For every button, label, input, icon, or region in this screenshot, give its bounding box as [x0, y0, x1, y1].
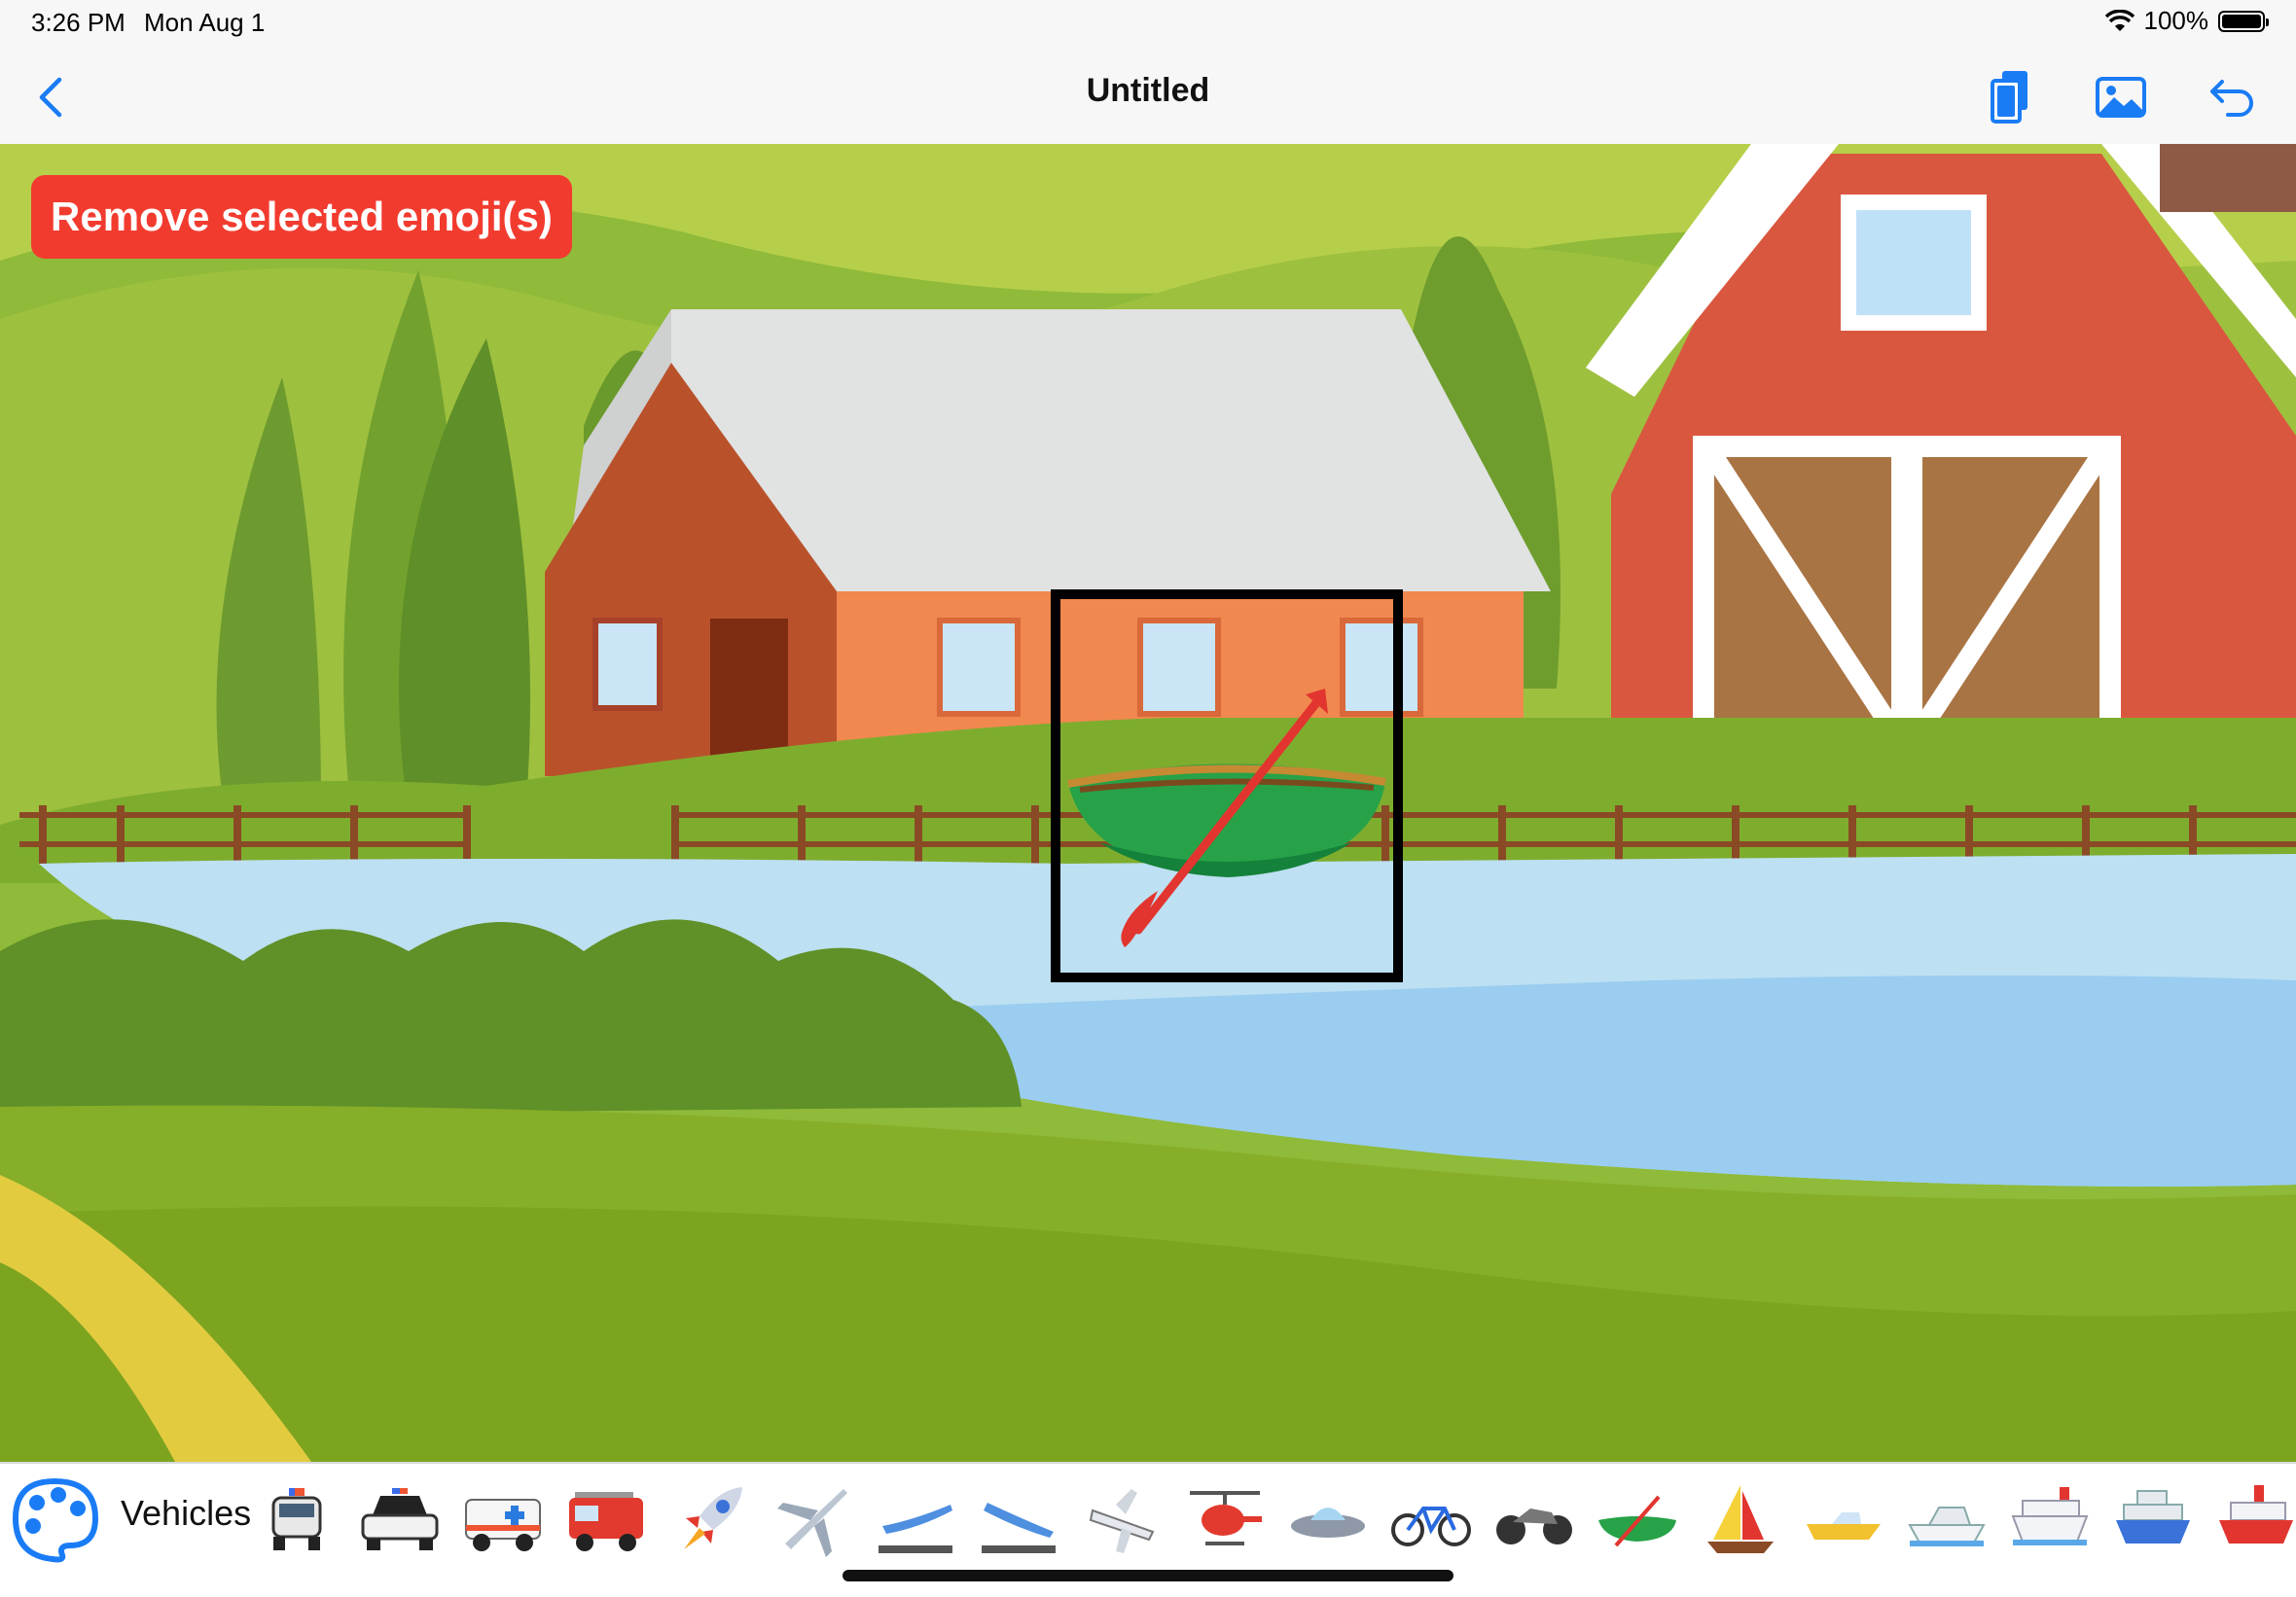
emoji-police-car[interactable]: [358, 1472, 441, 1569]
fire-engine-icon: [565, 1486, 647, 1554]
emoji-helicopter[interactable]: [1183, 1472, 1266, 1569]
battery-percentage: 100%: [2144, 6, 2209, 36]
airplane-icon: [773, 1481, 851, 1559]
navigation-bar: Untitled: [0, 51, 2296, 146]
undo-button[interactable]: [2201, 66, 2263, 128]
flying-saucer-icon: [1287, 1491, 1369, 1549]
ambulance-icon: [462, 1486, 544, 1554]
sailboat-icon: [1700, 1481, 1781, 1559]
clipboard-icon: [1987, 69, 2033, 125]
remove-selected-emoji-button[interactable]: Remove selected emoji(s): [31, 175, 572, 259]
background-image-button[interactable]: [2090, 66, 2152, 128]
rocket-icon: [670, 1481, 748, 1559]
palette-button[interactable]: [8, 1473, 101, 1563]
emoji-canoe[interactable]: [1596, 1472, 1678, 1569]
ship-icon: [2215, 1481, 2296, 1559]
emoji-motor-boat[interactable]: [1905, 1472, 1988, 1569]
status-bar: 3:26 PM Mon Aug 1 100%: [0, 0, 2296, 51]
emoji-bicycle[interactable]: [1389, 1472, 1472, 1569]
emoji-ambulance[interactable]: [461, 1472, 544, 1569]
emoji-ship[interactable]: [2214, 1472, 2296, 1569]
emoji-motorcycle[interactable]: [1492, 1472, 1575, 1569]
emoji-ferry[interactable]: [2111, 1472, 2194, 1569]
emoji-speedboat[interactable]: [1802, 1472, 1884, 1569]
helicopter-icon: [1184, 1481, 1266, 1559]
speedboat-icon: [1803, 1491, 1884, 1549]
status-date: Mon Aug 1: [144, 8, 265, 38]
emoji-sailboat[interactable]: [1699, 1472, 1781, 1569]
canoe-icon: [1596, 1491, 1678, 1549]
emoji-airplane[interactable]: [771, 1472, 853, 1569]
airplane-arrival-icon: [978, 1481, 1059, 1559]
paste-button[interactable]: [1979, 66, 2041, 128]
motor-boat-icon: [1906, 1486, 1988, 1554]
status-right: 100%: [2105, 6, 2266, 36]
passenger-ship-icon: [2009, 1481, 2091, 1559]
emoji-small-airplane[interactable]: [1080, 1472, 1163, 1569]
palette-icon: [8, 1473, 101, 1563]
emoji-flying-saucer[interactable]: [1286, 1472, 1369, 1569]
emoji-rocket[interactable]: [667, 1472, 750, 1569]
home-indicator: [843, 1570, 1453, 1581]
photo-icon: [2095, 76, 2147, 119]
ferry-icon: [2112, 1481, 2194, 1559]
status-time: 3:26 PM: [31, 8, 126, 38]
emoji-police-car-front[interactable]: [255, 1472, 338, 1569]
small-airplane-icon: [1083, 1481, 1161, 1559]
bicycle-icon: [1390, 1491, 1472, 1549]
police-car-front-icon: [268, 1486, 326, 1554]
canoe-icon: [1060, 599, 1393, 973]
selected-emoji-canoe[interactable]: [1051, 589, 1403, 982]
emoji-airplane-arrival[interactable]: [977, 1472, 1059, 1569]
emoji-airplane-departure[interactable]: [874, 1472, 956, 1569]
undo-icon: [2208, 78, 2255, 117]
palette-category-label: Vehicles: [121, 1493, 251, 1534]
emoji-passenger-ship[interactable]: [2008, 1472, 2091, 1569]
emoji-fire-engine[interactable]: [564, 1472, 647, 1569]
police-car-icon: [359, 1486, 441, 1554]
wifi-icon: [2105, 10, 2135, 33]
airplane-departure-icon: [875, 1481, 956, 1559]
page-title: Untitled: [0, 72, 2296, 110]
motorcycle-icon: [1493, 1491, 1575, 1549]
emoji-row: [255, 1472, 2296, 1569]
battery-icon: [2218, 11, 2265, 32]
